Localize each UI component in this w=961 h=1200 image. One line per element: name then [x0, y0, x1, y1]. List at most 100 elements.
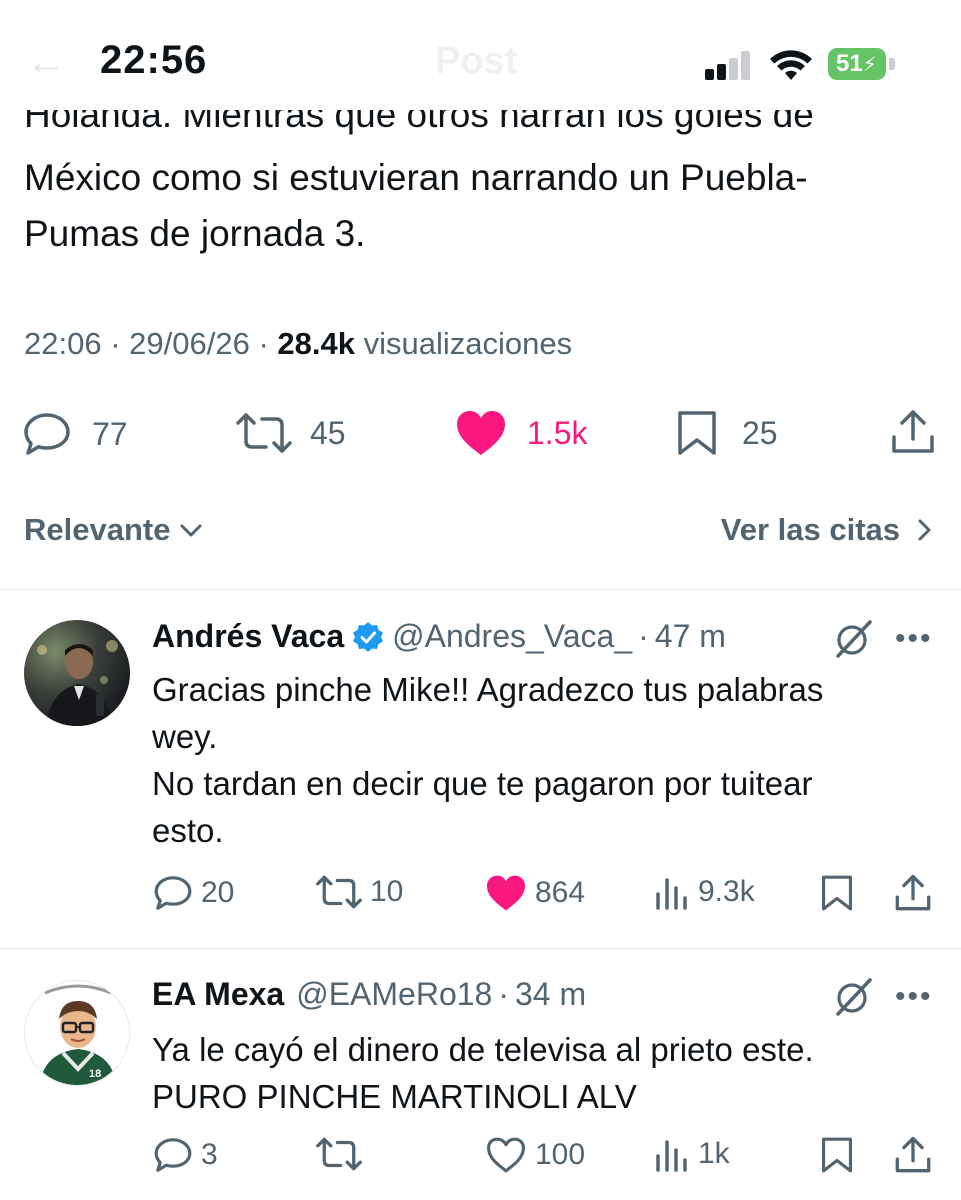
views-count: 28.4k: [277, 326, 355, 361]
reply-button[interactable]: 3: [153, 1136, 218, 1174]
reply-count: 3: [201, 1138, 218, 1171]
reply-text-line: esto.: [152, 812, 224, 849]
reply-text-line: Ya le cayó el dinero de televisa al prie…: [152, 1031, 814, 1068]
reply-item[interactable]: 18 EA Mexa @EAMeRo18 · 34 m ••• Ya le ca…: [0, 974, 961, 1200]
share-button[interactable]: [894, 1136, 940, 1174]
divider: [0, 589, 961, 590]
like-button[interactable]: 1.5k: [455, 409, 587, 457]
repost-button[interactable]: 10: [316, 874, 403, 910]
reply-icon: [24, 413, 70, 455]
repost-count: 45: [310, 414, 346, 451]
share-icon: [892, 410, 934, 453]
reply-item[interactable]: Andrés Vaca @Andres_Vaca_ · 47 m ••• Gra…: [0, 616, 961, 946]
reply-author-handle[interactable]: @Andres_Vaca_: [392, 618, 632, 655]
repost-icon: [316, 875, 362, 909]
repost-button[interactable]: [316, 1136, 370, 1172]
share-button[interactable]: [890, 409, 936, 455]
repost-icon: [236, 413, 292, 453]
reply-author-name[interactable]: Andrés Vaca: [152, 618, 344, 655]
like-count: 1.5k: [527, 414, 588, 451]
charging-bolt-icon: ⚡: [862, 54, 877, 76]
bookmark-count: 25: [742, 414, 778, 451]
views-count: 1k: [698, 1137, 730, 1170]
share-icon: [895, 1136, 931, 1173]
tweet-action-bar: 77 45 1.5k 25: [0, 405, 961, 461]
bookmark-button[interactable]: [820, 874, 862, 912]
reply-button[interactable]: 20: [153, 874, 234, 912]
tweet-meta: 22:06 · 29/06/26 · 28.4k visualizaciones: [24, 326, 572, 362]
more-options-icon[interactable]: •••: [895, 622, 933, 656]
grok-icon[interactable]: [832, 618, 874, 660]
views-count: 9.3k: [698, 875, 755, 908]
heart-outline-icon: [487, 1137, 526, 1173]
bookmark-button[interactable]: [820, 1136, 862, 1174]
reply-icon: [154, 1138, 192, 1172]
reply-count: 20: [201, 876, 235, 909]
meta-separator: ·: [498, 976, 509, 1012]
repost-icon: [316, 1137, 362, 1171]
like-count: 864: [535, 876, 586, 909]
avatar[interactable]: 18: [24, 980, 130, 1086]
share-icon: [895, 874, 931, 911]
status-time: 22:56: [100, 38, 208, 82]
like-button[interactable]: 864: [485, 874, 585, 912]
view-quotes-link[interactable]: Ver las citas: [721, 512, 934, 548]
like-count: 100: [535, 1138, 586, 1171]
reply-text-line: PURO PINCHE MARTINOLI ALV: [152, 1078, 637, 1115]
meta-separator: ·: [110, 326, 130, 361]
avatar-portrait: [37, 640, 118, 726]
reply-action-bar: 3 100 1k: [0, 1136, 961, 1180]
reply-count: 77: [92, 415, 128, 452]
tweet-date[interactable]: 29/06/26: [129, 326, 250, 361]
more-options-icon[interactable]: •••: [895, 980, 933, 1014]
battery-indicator: 51⚡: [828, 48, 886, 80]
verified-badge-icon: [353, 621, 384, 652]
reply-text-line: No tardan en decir que te pagaron por tu…: [152, 765, 813, 802]
chevron-down-icon: [180, 524, 202, 537]
reply-header: EA Mexa @EAMeRo18 · 34 m: [152, 976, 586, 1013]
back-arrow-icon[interactable]: ←: [26, 40, 66, 85]
tweet-text: México como si estuvieran narrando un Pu…: [24, 150, 934, 262]
views-button[interactable]: 9.3k: [654, 874, 755, 910]
reply-author-handle[interactable]: @EAMeRo18: [296, 976, 492, 1013]
avatar-jersey-number: 18: [89, 1068, 101, 1080]
reply-text: Ya le cayó el dinero de televisa al prie…: [152, 1026, 814, 1120]
reply-time: 47 m: [654, 618, 726, 654]
views-button[interactable]: 1k: [654, 1136, 730, 1172]
share-button[interactable]: [894, 874, 940, 912]
repost-count: 10: [370, 875, 404, 908]
reply-text-line: wey.: [152, 718, 218, 755]
analytics-icon: [656, 878, 687, 910]
cellular-signal-icon: [705, 50, 753, 80]
heart-filled-icon: [457, 411, 505, 455]
reply-button[interactable]: 77: [22, 411, 128, 457]
bookmark-icon: [821, 875, 853, 911]
battery-tip: [889, 58, 895, 70]
meta-separator: ·: [258, 326, 278, 361]
reply-text: Gracias pinche Mike!! Agradezco tus pala…: [152, 666, 823, 854]
heart-filled-icon: [487, 875, 525, 911]
nav-title: Post: [435, 40, 518, 82]
avatar[interactable]: [24, 620, 130, 726]
views-label: visualizaciones: [363, 326, 573, 361]
analytics-icon: [656, 1140, 687, 1172]
tweet-text-line: Pumas de jornada 3.: [24, 213, 366, 254]
reply-icon: [154, 876, 192, 910]
bookmark-icon: [678, 411, 716, 455]
wifi-icon: [770, 50, 812, 80]
meta-separator: ·: [638, 618, 649, 654]
status-bar: ← Post 22:56 51⚡: [0, 0, 961, 110]
sort-relevant-dropdown[interactable]: Relevante: [24, 512, 204, 548]
reply-header: Andrés Vaca @Andres_Vaca_ · 47 m: [152, 618, 726, 655]
avatar-cartoon: 18: [39, 984, 117, 1085]
bookmark-button[interactable]: 25: [676, 409, 778, 457]
grok-icon[interactable]: [832, 976, 874, 1018]
battery-level: 51: [836, 50, 863, 77]
replies-sort-bar: Relevante Ver las citas: [24, 512, 934, 552]
divider: [0, 948, 961, 949]
like-button[interactable]: 100: [485, 1136, 585, 1174]
repost-button[interactable]: 45: [236, 411, 346, 455]
tweet-time[interactable]: 22:06: [24, 326, 102, 361]
reply-author-name[interactable]: EA Mexa: [152, 976, 284, 1013]
bookmark-icon: [821, 1137, 853, 1173]
